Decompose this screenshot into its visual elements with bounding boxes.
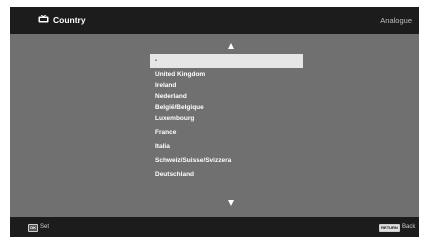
tv-menu-screen: Country Analogue - United Kingdom Irelan… [10,7,419,237]
scroll-up-icon[interactable] [228,43,234,49]
list-item[interactable]: France [150,127,303,138]
list-item[interactable]: Italia [150,141,303,152]
list-item-selected[interactable]: - [150,54,303,68]
header-bar: Country Analogue [10,7,419,34]
set-label: Set [40,224,50,230]
list-item[interactable]: België/Belgique [150,102,303,113]
list-item[interactable]: Schweiz/Suisse/Svizzera [150,155,303,166]
ok-key-icon[interactable]: OK [28,224,38,232]
list-item[interactable]: Luxembourg [150,113,303,124]
scroll-down-icon[interactable] [228,200,234,206]
return-key-icon[interactable]: RETURN [379,224,400,232]
footer-bar: OK Set RETURN Back [10,217,419,237]
list-item[interactable]: Deutschland [150,169,303,180]
tuner-mode-label: Analogue [380,16,412,25]
list-item[interactable]: Nederland [150,91,303,102]
country-list: - United Kingdom Ireland Nederland Belgi… [150,54,303,180]
list-item[interactable]: Ireland [150,80,303,91]
tv-icon [38,15,49,23]
page-title: Country [53,15,86,25]
back-label: Back [402,224,416,230]
list-item[interactable]: United Kingdom [150,69,303,80]
